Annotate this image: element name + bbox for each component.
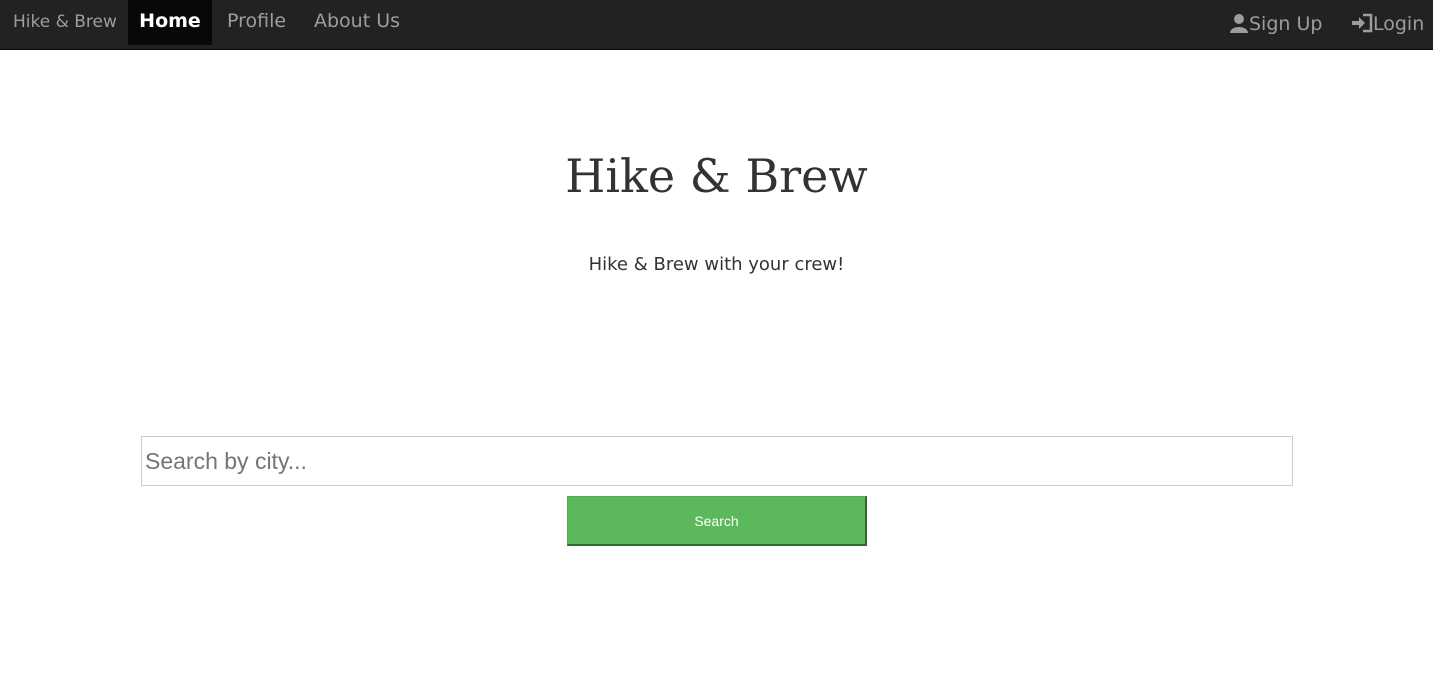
- city-search-input[interactable]: [141, 436, 1293, 486]
- nav-signup-link[interactable]: Sign Up: [1229, 4, 1322, 44]
- user-icon: [1229, 13, 1249, 35]
- page-title: Hike & Brew: [565, 149, 868, 203]
- login-icon: [1351, 13, 1373, 35]
- nav-item-home[interactable]: Home: [128, 0, 212, 45]
- login-label: Login: [1373, 13, 1425, 35]
- signup-label: Sign Up: [1249, 13, 1323, 35]
- top-navbar: Hike & Brew Home Profile About Us Sign U…: [0, 0, 1433, 50]
- nav-item-about-us[interactable]: About Us: [314, 0, 400, 45]
- navbar-brand[interactable]: Hike & Brew: [13, 0, 117, 44]
- nav-item-profile[interactable]: Profile: [227, 0, 286, 45]
- nav-login-link[interactable]: Login: [1351, 4, 1424, 44]
- page-subtitle: Hike & Brew with your crew!: [588, 254, 845, 275]
- search-button[interactable]: Search: [567, 496, 867, 546]
